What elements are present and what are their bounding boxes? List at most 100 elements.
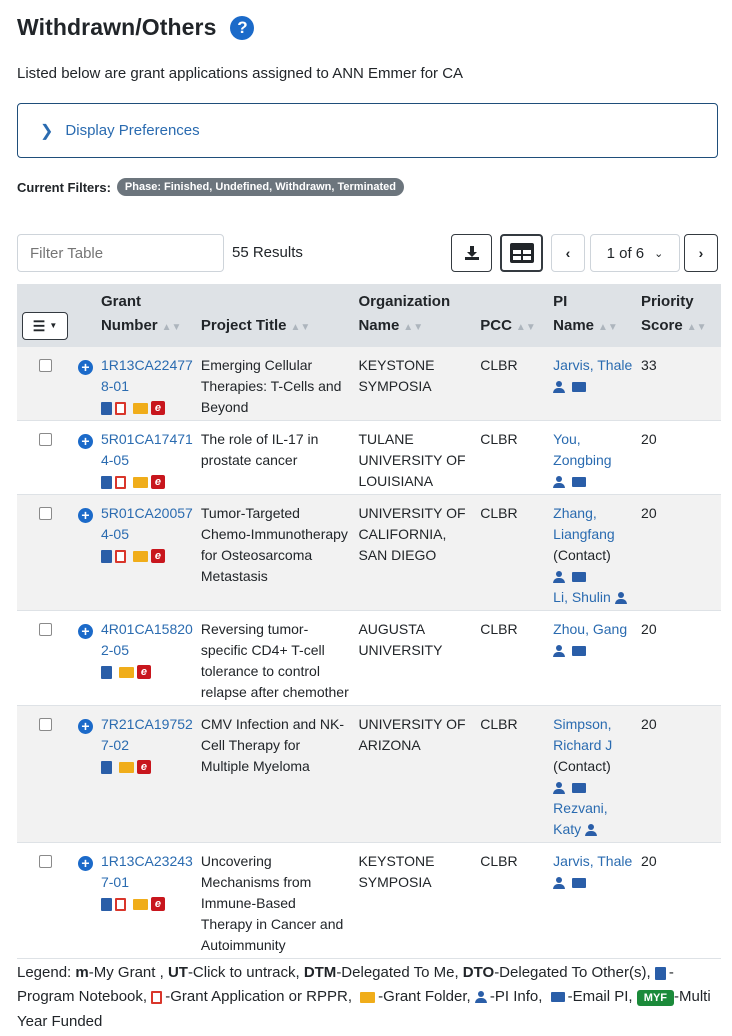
page-header: Withdrawn/Others ?	[17, 14, 255, 41]
header-priority-score[interactable]: Priority Score ▲▼	[637, 284, 721, 347]
e-icon[interactable]: e	[136, 665, 151, 680]
envelope-icon[interactable]	[572, 878, 587, 889]
grant-icons: e	[100, 661, 193, 682]
legend: Legend: m-My Grant , UT-Click to untrack…	[17, 964, 711, 1030]
header-organization-name[interactable]: Organization Name ▲▼	[354, 284, 477, 347]
pi-name-link[interactable]: Jarvis, Thale	[553, 853, 632, 869]
notebook-icon[interactable]	[100, 760, 112, 774]
e-icon[interactable]: e	[150, 549, 165, 564]
plus-circle-icon[interactable]: +	[77, 508, 93, 523]
envelope-icon[interactable]	[572, 783, 587, 794]
filter-table-input[interactable]	[17, 234, 224, 272]
folder-icon[interactable]	[118, 761, 134, 773]
pdf-icon[interactable]	[114, 897, 126, 911]
pi-name-link[interactable]: Li, Shulin	[553, 589, 611, 605]
pi-contact-label: (Contact)	[553, 758, 611, 774]
pi-name-link[interactable]: Simpson, Richard J	[553, 716, 612, 753]
previous-page-button[interactable]: ‹	[551, 234, 585, 272]
notebook-icon[interactable]	[100, 475, 112, 489]
user-icon[interactable]	[553, 877, 566, 890]
row-checkbox[interactable]	[39, 623, 52, 636]
expand-header	[73, 284, 97, 347]
chevron-down-icon: ⌄	[654, 247, 664, 260]
e-icon[interactable]: e	[136, 760, 151, 775]
envelope-icon[interactable]	[572, 646, 587, 657]
folder-icon[interactable]	[132, 898, 148, 910]
folder-icon[interactable]	[132, 476, 148, 488]
user-icon[interactable]	[553, 645, 566, 658]
organization-cell: UNIVERSITY OF ARIZONA	[354, 705, 477, 843]
notebook-icon[interactable]	[100, 401, 112, 415]
priority-score-cell: 20	[637, 494, 721, 611]
display-preferences-toggle[interactable]: ❯ Display Preferences	[17, 103, 718, 158]
expand-cell: +	[73, 494, 97, 611]
header-project-title[interactable]: Project Title ▲▼	[196, 284, 355, 347]
download-button[interactable]	[451, 234, 492, 272]
notebook-icon	[654, 966, 666, 980]
user-icon[interactable]	[553, 381, 566, 394]
plus-circle-icon[interactable]: +	[77, 360, 93, 375]
row-checkbox[interactable]	[39, 507, 52, 520]
page-select[interactable]: 1 of 6 ⌄	[590, 234, 680, 272]
row-checkbox[interactable]	[39, 433, 52, 446]
pi-icons	[553, 872, 633, 893]
envelope-icon[interactable]	[572, 477, 587, 488]
folder-icon[interactable]	[132, 550, 148, 562]
row-checkbox[interactable]	[39, 359, 52, 372]
envelope-icon[interactable]	[572, 382, 587, 393]
chevron-right-icon: ›	[698, 245, 704, 261]
plus-circle-icon[interactable]: +	[77, 719, 93, 734]
e-icon[interactable]: e	[150, 897, 165, 912]
column-layout-button[interactable]	[500, 234, 543, 272]
notebook-icon[interactable]	[100, 549, 112, 563]
user-icon[interactable]	[553, 476, 566, 489]
expand-cell: +	[73, 842, 97, 959]
folder-icon[interactable]	[132, 402, 148, 414]
next-page-button[interactable]: ›	[684, 234, 718, 272]
folder-icon[interactable]	[118, 666, 134, 678]
grant-number-link[interactable]: 4R01CA158202-05	[101, 621, 193, 658]
grant-number-link[interactable]: 5R01CA200574-05	[101, 505, 193, 542]
envelope-icon[interactable]	[572, 572, 587, 583]
user-icon[interactable]	[585, 824, 598, 837]
pcc-cell: CLBR	[476, 347, 550, 421]
plus-circle-icon[interactable]: +	[77, 434, 93, 449]
download-icon	[464, 246, 479, 260]
header-grant-number[interactable]: Grant Number ▲▼	[96, 284, 197, 347]
pi-name-link[interactable]: Rezvani, Katy	[553, 800, 607, 837]
plus-circle-icon[interactable]: +	[77, 856, 93, 871]
pdf-icon[interactable]	[114, 401, 126, 415]
pdf-icon[interactable]	[114, 475, 126, 489]
plus-circle-icon[interactable]: +	[77, 624, 93, 639]
grant-number-link[interactable]: 7R21CA197527-02	[101, 716, 193, 753]
grant-number-cell: 4R01CA158202-05 e	[96, 610, 197, 706]
pi-name-link[interactable]: Zhang, Liangfang	[553, 505, 615, 542]
notebook-icon[interactable]	[100, 665, 112, 679]
grant-number-link[interactable]: 1R13CA232437-01	[101, 853, 193, 890]
user-icon[interactable]	[553, 782, 566, 795]
notebook-icon[interactable]	[100, 897, 112, 911]
chevron-left-icon: ‹	[565, 245, 571, 261]
sort-icon: ▲▼	[686, 322, 707, 333]
pi-name-link[interactable]: Zhou, Gang	[553, 621, 627, 637]
header-pcc[interactable]: PCC ▲▼	[476, 284, 550, 347]
sort-icon: ▲▼	[515, 322, 536, 333]
user-icon[interactable]	[553, 571, 566, 584]
pdf-icon[interactable]	[114, 549, 126, 563]
table-row: +5R01CA174714-05 e The role of IL-17 in pr…	[17, 420, 721, 495]
envelope-icon	[550, 992, 565, 1003]
header-pi-name[interactable]: PI Name ▲▼	[549, 284, 638, 347]
pi-name-link[interactable]: You, Zongbing	[553, 431, 611, 468]
row-checkbox[interactable]	[39, 718, 52, 731]
user-icon[interactable]	[614, 592, 627, 605]
priority-score-cell: 20	[637, 842, 721, 959]
grant-number-link[interactable]: 1R13CA224778-01	[101, 357, 193, 394]
row-checkbox[interactable]	[39, 855, 52, 868]
column-menu-button[interactable]: ☰ ▼	[22, 312, 68, 340]
pi-name-link[interactable]: Jarvis, Thale	[553, 357, 632, 373]
grant-number-link[interactable]: 5R01CA174714-05	[101, 431, 193, 468]
row-select-cell	[17, 610, 74, 706]
e-icon[interactable]: e	[150, 475, 165, 490]
question-circle-icon[interactable]: ?	[230, 15, 255, 40]
e-icon[interactable]: e	[150, 401, 165, 416]
